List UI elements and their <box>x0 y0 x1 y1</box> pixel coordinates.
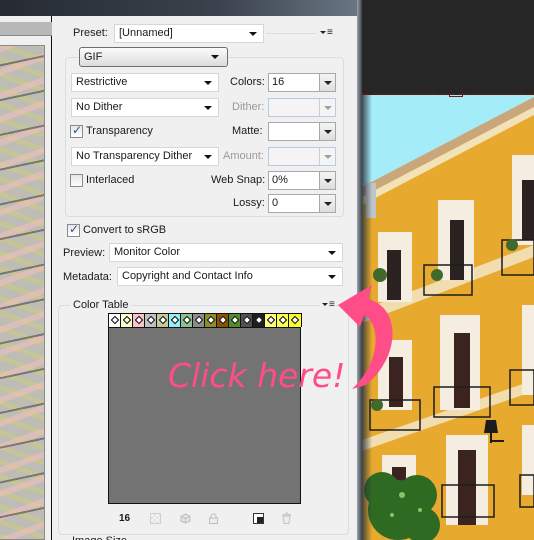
transparency-label: Transparency <box>86 125 153 137</box>
matte-combo[interactable] <box>268 122 336 141</box>
chevron-down-icon <box>328 275 336 279</box>
color-swatch[interactable] <box>241 314 253 327</box>
transparency-checkbox[interactable] <box>70 123 83 138</box>
lossy-label: Lossy: <box>233 197 265 209</box>
preview-value: Monitor Color <box>114 246 181 258</box>
trash-icon[interactable] <box>281 512 292 524</box>
web-snap-combo[interactable]: 0% <box>268 171 336 190</box>
web-snap-value: 0% <box>272 174 288 186</box>
colors-value: 16 <box>272 76 285 88</box>
amount-label: Amount: <box>223 150 264 162</box>
chevron-down-icon[interactable] <box>319 123 335 140</box>
color-swatch[interactable] <box>193 314 205 327</box>
optimize-menu-icon[interactable]: ≡ <box>320 28 333 38</box>
preview-label: Preview: <box>63 247 106 259</box>
color-swatch[interactable] <box>253 314 265 327</box>
dither-algorithm-select[interactable]: No Dither <box>71 98 219 117</box>
convert-srgb-label: Convert to sRGB <box>83 224 167 236</box>
chevron-down-icon[interactable] <box>319 172 335 189</box>
metadata-select[interactable]: Copyright and Contact Info <box>117 267 343 286</box>
color-swatch[interactable] <box>109 314 121 327</box>
color-swatch[interactable] <box>277 314 289 327</box>
color-swatch[interactable] <box>289 314 301 327</box>
color-swatch[interactable] <box>181 314 193 327</box>
optimize-settings-panel: Preset: [Unnamed] ≡ GIF Restrictive Colo… <box>52 16 362 540</box>
document-canvas-background <box>362 0 534 94</box>
file-format-value: GIF <box>84 51 103 63</box>
preview-pane-header <box>0 22 52 36</box>
convert-srgb-checkbox[interactable] <box>67 222 80 237</box>
chevron-down-icon[interactable] <box>319 195 335 212</box>
color-swatch[interactable] <box>145 314 157 327</box>
metadata-label: Metadata: <box>63 271 112 283</box>
matte-label: Matte: <box>232 125 263 137</box>
amount-combo <box>268 147 336 166</box>
chevron-down-icon <box>211 55 219 59</box>
color-swatch[interactable] <box>217 314 229 327</box>
chevron-down-icon <box>319 148 335 165</box>
color-table-swatches <box>108 313 302 327</box>
slice-marquee-line <box>362 93 534 95</box>
window-titlebar <box>0 0 362 16</box>
new-color-icon[interactable] <box>253 513 264 524</box>
color-swatch[interactable] <box>265 314 277 327</box>
optimized-preview-image[interactable] <box>0 45 45 540</box>
chevron-down-icon <box>328 251 336 255</box>
color-table-grid[interactable] <box>108 327 301 504</box>
color-swatch[interactable] <box>229 314 241 327</box>
original-preview-pane <box>0 16 52 540</box>
colors-combo[interactable]: 16 <box>268 73 336 92</box>
color-swatch[interactable] <box>169 314 181 327</box>
map-to-transparent-icon[interactable] <box>150 513 161 524</box>
dither-amount-combo <box>268 98 336 117</box>
lossy-value: 0 <box>272 197 279 209</box>
metadata-value: Copyright and Contact Info <box>122 270 253 282</box>
web-snap-label: Web Snap: <box>211 174 266 186</box>
click-here-annotation: Click here! <box>168 356 346 395</box>
chevron-down-icon <box>319 99 335 116</box>
color-count: 16 <box>119 513 131 524</box>
interlaced-label: Interlaced <box>86 174 135 186</box>
interlaced-checkbox[interactable] <box>70 174 83 187</box>
color-swatch[interactable] <box>157 314 169 327</box>
divider <box>266 33 316 34</box>
color-reduction-value: Restrictive <box>76 76 128 88</box>
lock-icon[interactable] <box>208 513 219 524</box>
transparency-dither-select[interactable]: No Transparency Dither <box>71 147 219 166</box>
color-swatch[interactable] <box>121 314 133 327</box>
preview-select[interactable]: Monitor Color <box>109 243 343 262</box>
file-format-select[interactable]: GIF <box>79 47 228 67</box>
chevron-down-icon[interactable] <box>319 74 335 91</box>
lossy-combo[interactable]: 0 <box>268 194 336 213</box>
preset-value: [Unnamed] <box>119 27 173 39</box>
chevron-down-icon <box>249 32 257 36</box>
preset-label: Preset: <box>73 27 108 39</box>
dither-label: Dither: <box>232 101 265 113</box>
color-swatch[interactable] <box>205 314 217 327</box>
chevron-down-icon <box>204 155 212 159</box>
chevron-down-icon <box>204 81 212 85</box>
preset-select[interactable]: [Unnamed] <box>114 24 264 43</box>
color-swatch[interactable] <box>133 314 145 327</box>
dither-algorithm-value: No Dither <box>76 101 123 113</box>
color-table-title: Color Table <box>70 299 132 311</box>
transparency-dither-value: No Transparency Dither <box>76 150 193 162</box>
chevron-down-icon <box>204 106 212 110</box>
web-shift-cube-icon[interactable] <box>180 513 191 524</box>
colors-label: Colors: <box>230 76 265 88</box>
slice-handle[interactable] <box>449 93 463 97</box>
image-size-label: Image Size <box>72 535 127 540</box>
color-reduction-select[interactable]: Restrictive <box>71 73 219 92</box>
